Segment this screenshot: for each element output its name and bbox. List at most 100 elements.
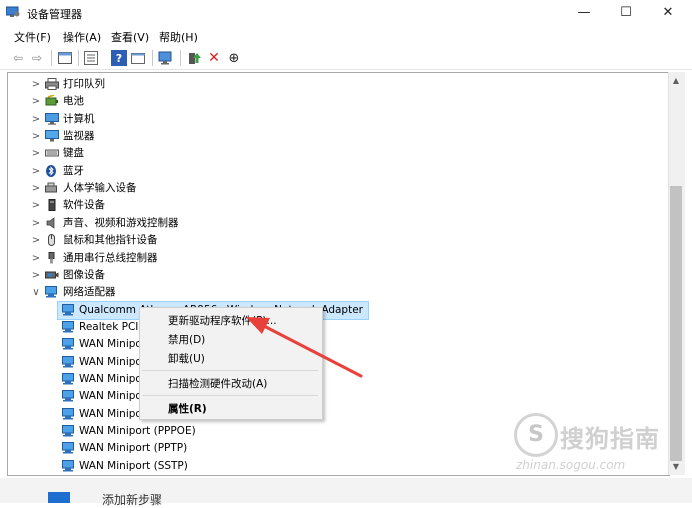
tree-category-label: 图像设备 bbox=[63, 268, 105, 281]
expand-chevron-icon[interactable]: > bbox=[31, 232, 41, 249]
network-adapter-icon bbox=[62, 303, 76, 316]
tree-category-label: 键盘 bbox=[63, 147, 84, 160]
close-button[interactable]: ✕ bbox=[646, 0, 690, 26]
add-step-link[interactable]: 添加新步骤 bbox=[102, 491, 162, 508]
network-adapter-item[interactable]: WAN Miniport (PPTP) bbox=[58, 440, 368, 457]
expand-chevron-icon[interactable]: > bbox=[31, 250, 41, 267]
scroll-down-icon[interactable]: ▼ bbox=[668, 459, 684, 475]
network-adapter-icon bbox=[62, 442, 76, 454]
window-title: 设备管理器 bbox=[27, 8, 82, 21]
expand-chevron-icon[interactable]: > bbox=[31, 197, 41, 214]
tree-category-row[interactable]: > 键盘 bbox=[8, 145, 658, 162]
network-adapter-icon bbox=[62, 338, 76, 350]
expand-chevron-icon[interactable]: > bbox=[31, 128, 41, 145]
printer-icon bbox=[45, 78, 59, 90]
network-adapter-label: WAN Miniport (PPPOE) bbox=[79, 425, 196, 437]
scroll-up-icon[interactable]: ▲ bbox=[668, 73, 684, 89]
help-icon[interactable]: ? bbox=[111, 50, 127, 66]
tree-category-row[interactable]: > 通用串行总线控制器 bbox=[8, 250, 658, 267]
tree-category-row[interactable]: > 打印队列 bbox=[8, 76, 658, 93]
expand-chevron-icon[interactable]: > bbox=[31, 111, 41, 128]
scan-hardware-icon[interactable] bbox=[158, 50, 174, 66]
menu-item-disable[interactable]: 禁用(D) bbox=[168, 332, 205, 347]
tree-category-row[interactable]: > 软件设备 bbox=[8, 197, 658, 214]
network-adapter-icon bbox=[62, 355, 76, 368]
watermark-logo: S bbox=[514, 413, 558, 457]
network-adapter-icon bbox=[62, 320, 76, 333]
keyboard-icon bbox=[45, 147, 59, 159]
forward-icon[interactable]: ⇨ bbox=[29, 50, 45, 66]
network-adapter-icon bbox=[62, 425, 76, 437]
tree-category-label: 计算机 bbox=[63, 112, 95, 125]
expand-chevron-icon[interactable]: > bbox=[31, 163, 41, 180]
menu-item-update-driver[interactable]: 更新驱动程序软件(P)... bbox=[168, 313, 277, 328]
scrollbar-thumb[interactable] bbox=[670, 186, 682, 461]
device-tree[interactable]: > 打印队列 > 电池 > 计算机 > 监视器 > 键盘 > 蓝牙 > 人体学输入设备 > 软件设备 > 声音、视… bbox=[7, 72, 670, 476]
update-driver-icon[interactable] bbox=[187, 50, 203, 66]
menu-action[interactable]: 操作(A) bbox=[63, 29, 101, 45]
tree-category-label: 声音、视频和游戏控制器 bbox=[63, 216, 179, 229]
expand-chevron-icon[interactable]: > bbox=[31, 93, 41, 110]
tree-category-row[interactable]: > 计算机 bbox=[8, 111, 658, 128]
camera-icon bbox=[45, 269, 59, 281]
uninstall-icon[interactable]: ✕ bbox=[206, 50, 222, 66]
tree-category-row[interactable]: > 鼠标和其他指针设备 bbox=[8, 232, 658, 249]
tree-category-label: 通用串行总线控制器 bbox=[63, 251, 158, 264]
tree-category-row[interactable]: > 图像设备 bbox=[8, 267, 658, 284]
tree-category-row[interactable]: > 蓝牙 bbox=[8, 163, 658, 180]
enable-device-icon[interactable]: ⊕ bbox=[226, 50, 242, 66]
menu-item-scan-hardware[interactable]: 扫描检测硬件改动(A) bbox=[168, 376, 267, 391]
collapse-chevron-icon[interactable]: ∨ bbox=[31, 284, 41, 301]
menu-view[interactable]: 查看(V) bbox=[111, 29, 149, 45]
bluetooth-icon bbox=[45, 164, 59, 177]
maximize-button[interactable]: ☐ bbox=[604, 0, 648, 26]
hid-icon bbox=[45, 182, 59, 194]
toolbar-separator bbox=[180, 50, 181, 66]
tree-category-label: 蓝牙 bbox=[63, 164, 84, 177]
back-icon[interactable]: ⇦ bbox=[10, 50, 26, 66]
mouse-icon bbox=[45, 234, 59, 247]
show-hidden-icon[interactable] bbox=[131, 51, 145, 65]
network-adapter-icon bbox=[45, 286, 59, 298]
expand-chevron-icon[interactable]: > bbox=[31, 215, 41, 232]
toolbar-separator bbox=[152, 50, 153, 66]
tree-category-row[interactable]: > 声音、视频和游戏控制器 bbox=[8, 215, 658, 232]
toolbar-separator bbox=[51, 50, 52, 66]
expand-chevron-icon[interactable]: > bbox=[31, 267, 41, 284]
tree-category-row[interactable]: > 电池 bbox=[8, 93, 658, 110]
audio-icon bbox=[45, 217, 59, 229]
tree-category-label: 监视器 bbox=[63, 130, 95, 143]
step-icon bbox=[48, 492, 70, 503]
tree-category-row-network-adapters[interactable]: ∨ 网络适配器 bbox=[8, 284, 658, 301]
expand-chevron-icon[interactable]: > bbox=[31, 180, 41, 197]
tree-category-label: 鼠标和其他指针设备 bbox=[63, 234, 158, 247]
monitor-icon bbox=[45, 130, 59, 142]
watermark-text: 搜狗指南 bbox=[560, 425, 660, 453]
network-adapter-label: WAN Miniport (SSTP) bbox=[79, 459, 188, 472]
minimize-button[interactable]: — bbox=[562, 0, 606, 26]
network-adapter-item[interactable]: WAN Miniport (SSTP) bbox=[58, 458, 368, 475]
software-device-icon bbox=[45, 199, 59, 212]
menu-item-uninstall[interactable]: 卸载(U) bbox=[168, 351, 205, 366]
menu-file[interactable]: 文件(F) bbox=[14, 29, 51, 45]
toolbar-separator bbox=[78, 50, 79, 66]
tree-category-row[interactable]: > 人体学输入设备 bbox=[8, 180, 658, 197]
tree-category-label: 打印队列 bbox=[63, 78, 105, 90]
tree-category-row[interactable]: > 监视器 bbox=[8, 128, 658, 145]
tree-category-label: 网络适配器 bbox=[63, 286, 116, 299]
menu-item-properties[interactable]: 属性(R) bbox=[168, 401, 207, 416]
list-view-icon[interactable] bbox=[84, 51, 98, 65]
properties-icon[interactable] bbox=[58, 51, 72, 65]
menu-help[interactable]: 帮助(H) bbox=[159, 29, 198, 45]
network-adapter-item[interactable]: WAN Miniport (PPPOE) bbox=[58, 423, 368, 440]
expand-chevron-icon[interactable]: > bbox=[31, 76, 41, 93]
tree-category-label: 电池 bbox=[63, 95, 84, 108]
menu-bar bbox=[0, 27, 692, 47]
toolbar bbox=[0, 47, 692, 70]
network-adapter-icon bbox=[62, 407, 76, 420]
network-adapter-icon bbox=[62, 390, 76, 402]
expand-chevron-icon[interactable]: > bbox=[31, 145, 41, 162]
menu-separator bbox=[142, 370, 318, 371]
tree-category-label: 软件设备 bbox=[63, 199, 105, 212]
menu-separator bbox=[142, 395, 318, 396]
